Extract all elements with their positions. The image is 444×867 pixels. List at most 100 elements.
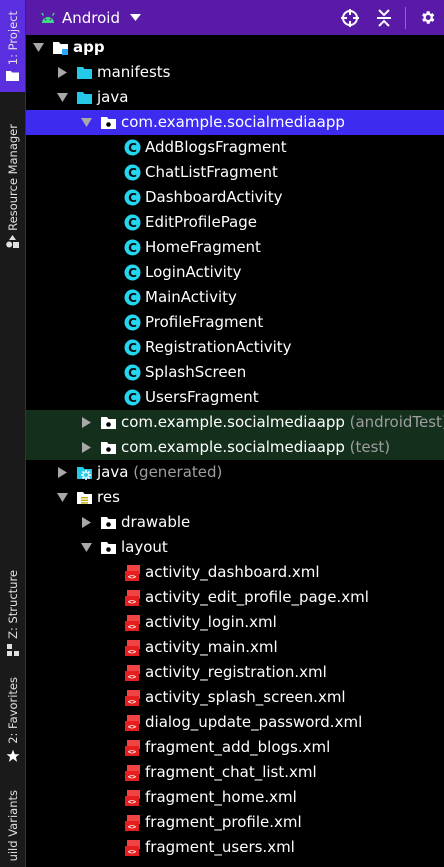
- expand-arrow-down-icon[interactable]: [57, 92, 68, 103]
- tree-row-label: LoginActivity: [145, 263, 242, 281]
- xml-layout-icon: <>: [125, 615, 140, 631]
- view-selector[interactable]: Android: [26, 0, 141, 35]
- tree-row[interactable]: <> fragment_users.xml: [26, 835, 444, 860]
- tree-row[interactable]: C SplashScreen: [26, 360, 444, 385]
- xml-layout-icon: <>: [125, 740, 140, 756]
- tree-row[interactable]: C RegistrationActivity: [26, 335, 444, 360]
- expand-arrow-right-icon[interactable]: [81, 442, 92, 453]
- tree-row[interactable]: java: [26, 85, 444, 110]
- build-variants-label: uild Variants: [5, 790, 20, 862]
- class-icon: C: [124, 139, 141, 156]
- tree-row[interactable]: com.example.socialmediaapp (androidTest): [26, 410, 444, 435]
- tree-row[interactable]: C MainActivity: [26, 285, 444, 310]
- tree-row[interactable]: com.example.socialmediaapp (test): [26, 435, 444, 460]
- package-icon: [101, 442, 116, 454]
- svg-text:<>: <>: [128, 648, 136, 656]
- project-view-header: Android: [26, 0, 444, 35]
- tree-row-label: activity_dashboard.xml: [145, 563, 320, 581]
- xml-layout-icon: <>: [125, 590, 140, 606]
- tree-row[interactable]: C EditProfilePage: [26, 210, 444, 235]
- svg-text:<>: <>: [128, 723, 136, 731]
- expand-arrow-down-icon[interactable]: [81, 117, 92, 128]
- tree-row-label: drawable: [121, 513, 191, 531]
- tree-row-suffix: (test): [344, 438, 391, 456]
- class-icon: C: [124, 339, 141, 356]
- tree-row[interactable]: <> fragment_home.xml: [26, 785, 444, 810]
- project-tool-button[interactable]: 1: Project: [0, 0, 25, 92]
- settings-button[interactable]: [410, 0, 444, 35]
- tree-row[interactable]: <> activity_dashboard.xml: [26, 560, 444, 585]
- tree-row[interactable]: <> activity_login.xml: [26, 610, 444, 635]
- tree-row[interactable]: layout: [26, 535, 444, 560]
- tree-row-suffix: (androidTest): [344, 413, 444, 431]
- tree-row[interactable]: C ProfileFragment: [26, 310, 444, 335]
- expand-arrow-right-icon[interactable]: [57, 67, 68, 78]
- tree-row[interactable]: <> fragment_profile.xml: [26, 810, 444, 835]
- tree-row[interactable]: <> activity_splash_screen.xml: [26, 685, 444, 710]
- structure-tool-button[interactable]: Z: Structure: [0, 570, 25, 656]
- tree-row[interactable]: C ChatListFragment: [26, 160, 444, 185]
- xml-layout-icon: <>: [125, 790, 140, 806]
- xml-layout-icon: <>: [125, 690, 140, 706]
- svg-text:<>: <>: [128, 748, 136, 756]
- class-icon: C: [124, 214, 141, 231]
- tree-row[interactable]: C UsersFragment: [26, 385, 444, 410]
- svg-text:C: C: [128, 191, 137, 205]
- tree-row-label: res: [97, 488, 120, 506]
- tool-window-strip: 1: Project Resource Manager Z: Structure…: [0, 0, 26, 867]
- svg-text:<>: <>: [128, 848, 136, 856]
- tree-row[interactable]: C AddBlogsFragment: [26, 135, 444, 160]
- expand-arrow-right-icon[interactable]: [57, 467, 68, 478]
- svg-text:<>: <>: [128, 798, 136, 806]
- tree-row-label: activity_registration.xml: [145, 663, 327, 681]
- tree-row[interactable]: <> dialog_update_password.xml: [26, 710, 444, 735]
- tree-row[interactable]: manifests: [26, 60, 444, 85]
- svg-text:C: C: [128, 391, 137, 405]
- folder-icon: [77, 67, 92, 79]
- xml-layout-icon: <>: [125, 765, 140, 781]
- tree-row-label: layout: [121, 538, 168, 556]
- select-opened-file-button[interactable]: [333, 0, 367, 35]
- expand-arrow-right-icon[interactable]: [81, 417, 92, 428]
- class-icon: C: [124, 389, 141, 406]
- tree-row[interactable]: <> fragment_chat_list.xml: [26, 760, 444, 785]
- android-icon: [41, 12, 55, 23]
- crosshair-icon: [341, 8, 359, 27]
- svg-text:<>: <>: [128, 598, 136, 606]
- svg-text:C: C: [128, 141, 137, 155]
- tree-row-label: manifests: [97, 63, 171, 81]
- expand-arrow-down-icon[interactable]: [81, 542, 92, 553]
- tree-row-label: com.example.socialmediaapp: [121, 113, 345, 131]
- tree-row-label: java (generated): [97, 463, 223, 481]
- expand-arrow-right-icon[interactable]: [81, 517, 92, 528]
- expand-arrow-down-icon[interactable]: [33, 42, 44, 53]
- build-variants-tool-button[interactable]: uild Variants: [0, 790, 25, 867]
- tree-row[interactable]: app: [26, 35, 444, 60]
- tree-row[interactable]: java (generated): [26, 460, 444, 485]
- class-icon: C: [124, 289, 141, 306]
- package-icon: [101, 117, 116, 129]
- tree-row-label: java: [97, 88, 129, 106]
- tree-row-label: ChatListFragment: [145, 163, 278, 181]
- tree-row[interactable]: C HomeFragment: [26, 235, 444, 260]
- resource-manager-tool-button[interactable]: Resource Manager: [0, 116, 25, 256]
- tree-row[interactable]: <> activity_registration.xml: [26, 660, 444, 685]
- tree-row-label: RegistrationActivity: [145, 338, 292, 356]
- tree-row[interactable]: res: [26, 485, 444, 510]
- svg-text:C: C: [128, 291, 137, 305]
- favorites-tool-button[interactable]: 2: Favorites: [0, 672, 25, 768]
- tree-row[interactable]: C LoginActivity: [26, 260, 444, 285]
- header-actions: [333, 0, 444, 35]
- tree-row[interactable]: <> fragment_add_blogs.xml: [26, 735, 444, 760]
- tree-row-suffix: (generated): [128, 463, 223, 481]
- svg-text:C: C: [128, 216, 137, 230]
- tree-row[interactable]: drawable: [26, 510, 444, 535]
- collapse-all-icon: [377, 8, 391, 27]
- tree-row[interactable]: <> activity_edit_profile_page.xml: [26, 585, 444, 610]
- collapse-all-button[interactable]: [367, 0, 401, 35]
- tree-row[interactable]: com.example.socialmediaapp: [26, 110, 444, 135]
- expand-arrow-down-icon[interactable]: [57, 492, 68, 503]
- package-icon: [101, 517, 116, 529]
- tree-row[interactable]: <> activity_main.xml: [26, 635, 444, 660]
- tree-row[interactable]: C DashboardActivity: [26, 185, 444, 210]
